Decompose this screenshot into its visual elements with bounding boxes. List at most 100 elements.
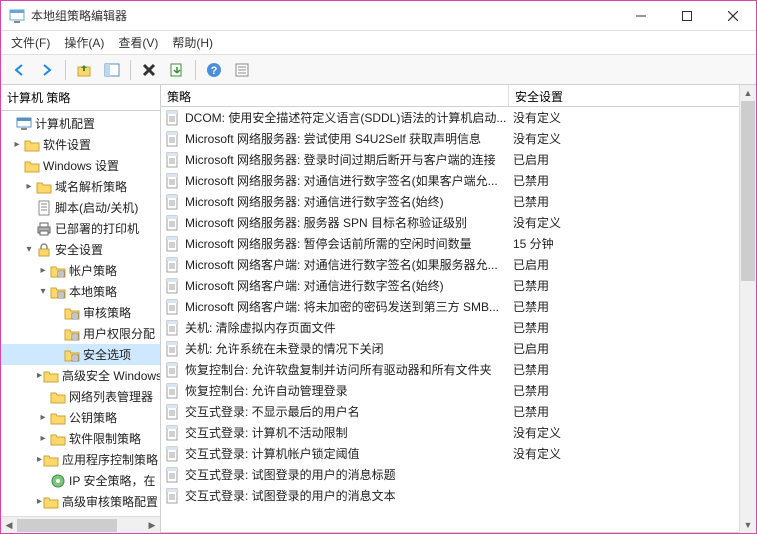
tree-twisty-icon[interactable]: ▸ <box>23 181 35 192</box>
tree-node[interactable]: ▾本地策略 <box>1 281 160 302</box>
tree-node[interactable]: 脚本(启动/关机) <box>1 197 160 218</box>
tree-node[interactable]: ▸软件限制策略 <box>1 428 160 449</box>
tree-node-label: 高级审核策略配置 <box>62 493 158 510</box>
body-panes: 计算机 策略 计算机配置▸软件设置Windows 设置▸域名解析策略脚本(启动/… <box>1 85 756 533</box>
tree-node[interactable]: 网络列表管理器 <box>1 386 160 407</box>
policy-name: DCOM: 使用安全描述符定义语言(SDDL)语法的计算机启动... <box>185 109 509 126</box>
tree-node-label: Windows 设置 <box>43 157 119 174</box>
policy-row[interactable]: Microsoft 网络服务器: 对通信进行数字签名(如果客户端允...已禁用 <box>161 170 739 191</box>
scroll-left-arrow[interactable]: ◀ <box>1 520 17 531</box>
help-button[interactable]: ? <box>202 58 226 82</box>
policy-list[interactable]: DCOM: 使用安全描述符定义语言(SDDL)语法的计算机启动...没有定义Mi… <box>161 107 739 532</box>
policy-row[interactable]: Microsoft 网络服务器: 暂停会话前所需的空闲时间数量15 分钟 <box>161 233 739 254</box>
forward-button[interactable] <box>35 58 59 82</box>
delete-button[interactable] <box>137 58 161 82</box>
tree-node[interactable]: ▸帐户策略 <box>1 260 160 281</box>
minimize-button[interactable] <box>618 1 664 31</box>
horizontal-scrollbar[interactable]: ◀ ▶ <box>1 516 160 533</box>
tree-node[interactable]: ▸高级安全 Windows <box>1 365 160 386</box>
tree-twisty-icon[interactable]: ▸ <box>37 412 49 423</box>
folder-icon <box>43 368 59 384</box>
tree-twisty-icon[interactable]: ▸ <box>11 139 23 150</box>
vertical-scrollbar[interactable]: ▲ ▼ <box>739 85 756 533</box>
policy-name: 交互式登录: 计算机帐户锁定阈值 <box>185 445 509 462</box>
policy-row[interactable]: Microsoft 网络客户端: 对通信进行数字签名(始终)已禁用 <box>161 275 739 296</box>
menu-action[interactable]: 操作(A) <box>64 34 104 51</box>
policy-value: 已启用 <box>509 256 739 273</box>
policy-row[interactable]: DCOM: 使用安全描述符定义语言(SDDL)语法的计算机启动...没有定义 <box>161 107 739 128</box>
policy-row[interactable]: 关机: 允许系统在未登录的情况下关闭已启用 <box>161 338 739 359</box>
col-setting[interactable]: 安全设置 <box>509 85 739 106</box>
tree-twisty-icon[interactable]: ▾ <box>23 244 35 255</box>
back-button[interactable] <box>7 58 31 82</box>
tree-node[interactable]: 安全选项 <box>1 344 160 365</box>
policy-row[interactable]: Microsoft 网络服务器: 登录时间过期后断开与客户端的连接已启用 <box>161 149 739 170</box>
tree-node[interactable]: IP 安全策略，在 <box>1 470 160 491</box>
policy-row[interactable]: 交互式登录: 计算机不活动限制没有定义 <box>161 422 739 443</box>
tree-node[interactable]: ▸软件设置 <box>1 134 160 155</box>
tree-node[interactable]: 计算机配置 <box>1 113 160 134</box>
tree-node-label: 安全选项 <box>83 346 131 363</box>
policy-value: 已禁用 <box>509 403 739 420</box>
policy-row[interactable]: Microsoft 网络服务器: 服务器 SPN 目标名称验证级别没有定义 <box>161 212 739 233</box>
menubar: 文件(F) 操作(A) 查看(V) 帮助(H) <box>1 31 756 55</box>
export-button[interactable] <box>165 58 189 82</box>
right-pane-wrap: 策略 安全设置 DCOM: 使用安全描述符定义语言(SDDL)语法的计算机启动.… <box>161 85 756 533</box>
tree-node[interactable]: ▸域名解析策略 <box>1 176 160 197</box>
tree-twisty-icon[interactable]: ▸ <box>37 265 49 276</box>
policy-row[interactable]: Microsoft 网络客户端: 对通信进行数字签名(如果服务器允...已启用 <box>161 254 739 275</box>
tree-node[interactable]: ▾安全设置 <box>1 239 160 260</box>
policy-icon <box>165 488 181 504</box>
policy-row[interactable]: 恢复控制台: 允许软盘复制并访问所有驱动器和所有文件夹已禁用 <box>161 359 739 380</box>
tree-twisty-icon[interactable]: ▾ <box>37 286 49 297</box>
tree-node[interactable]: 审核策略 <box>1 302 160 323</box>
policy-row[interactable]: Microsoft 网络服务器: 对通信进行数字签名(始终)已禁用 <box>161 191 739 212</box>
policy-row[interactable]: Microsoft 网络客户端: 将未加密的密码发送到第三方 SMB...已禁用 <box>161 296 739 317</box>
policy-icon <box>165 173 181 189</box>
tree-node[interactable]: 已部署的打印机 <box>1 218 160 239</box>
close-button[interactable] <box>710 1 756 31</box>
tree-node[interactable]: ▸ 公钥策略 <box>1 407 160 428</box>
tree-node[interactable]: ▸应用程序控制策略 <box>1 449 160 470</box>
tree-node[interactable]: ▸ 高级审核策略配置 <box>1 491 160 512</box>
policy-row[interactable]: 交互式登录: 计算机帐户锁定阈值没有定义 <box>161 443 739 464</box>
policy-value: 没有定义 <box>509 130 739 147</box>
tree-twisty-icon[interactable]: ▸ <box>37 454 42 465</box>
policy-row[interactable]: 恢复控制台: 允许自动管理登录已禁用 <box>161 380 739 401</box>
tree-node[interactable]: Windows 设置 <box>1 155 160 176</box>
policy-icon <box>165 341 181 357</box>
policy-row[interactable]: 关机: 清除虚拟内存页面文件已禁用 <box>161 317 739 338</box>
policy-icon <box>165 299 181 315</box>
tree-node-label: 公钥策略 <box>69 409 117 426</box>
scroll-up-arrow[interactable]: ▲ <box>740 85 756 101</box>
folder-icon <box>24 137 40 153</box>
scroll-thumb[interactable] <box>17 519 117 532</box>
tree-twisty-icon[interactable]: ▸ <box>37 433 49 444</box>
scroll-track[interactable] <box>17 518 144 533</box>
maximize-button[interactable] <box>664 1 710 31</box>
policy-row[interactable]: 交互式登录: 试图登录的用户的消息文本 <box>161 485 739 506</box>
up-button[interactable] <box>72 58 96 82</box>
tree-twisty-icon[interactable]: ▸ <box>37 496 42 507</box>
policy-row[interactable]: 交互式登录: 试图登录的用户的消息标题 <box>161 464 739 485</box>
policy-value: 已禁用 <box>509 298 739 315</box>
folder-icon <box>50 389 66 405</box>
nav-tree[interactable]: 计算机配置▸软件设置 Windows 设置 ▸域名解析策略脚本(启动/关机)已部署的… <box>1 111 160 516</box>
policy-row[interactable]: Microsoft 网络服务器: 尝试使用 S4U2Self 获取声明信息没有定… <box>161 128 739 149</box>
left-pane: 计算机 策略 计算机配置▸软件设置Windows 设置▸域名解析策略脚本(启动/… <box>1 85 161 533</box>
menu-file[interactable]: 文件(F) <box>11 34 50 51</box>
script-icon <box>36 200 52 216</box>
menu-view[interactable]: 查看(V) <box>118 34 158 51</box>
menu-help[interactable]: 帮助(H) <box>172 34 213 51</box>
policy-row[interactable]: 交互式登录: 不显示最后的用户名已禁用 <box>161 401 739 422</box>
scroll-right-arrow[interactable]: ▶ <box>144 520 160 531</box>
tree-twisty-icon[interactable]: ▸ <box>37 370 42 381</box>
scroll-thumb[interactable] <box>741 101 755 281</box>
show-hide-tree-button[interactable] <box>100 58 124 82</box>
ipsec-icon <box>50 473 66 489</box>
policy-name: Microsoft 网络客户端: 对通信进行数字签名(如果服务器允... <box>185 256 509 273</box>
properties-button[interactable] <box>230 58 254 82</box>
col-policy[interactable]: 策略 <box>161 85 509 106</box>
tree-node[interactable]: 用户权限分配 <box>1 323 160 344</box>
scroll-down-arrow[interactable]: ▼ <box>740 517 756 533</box>
